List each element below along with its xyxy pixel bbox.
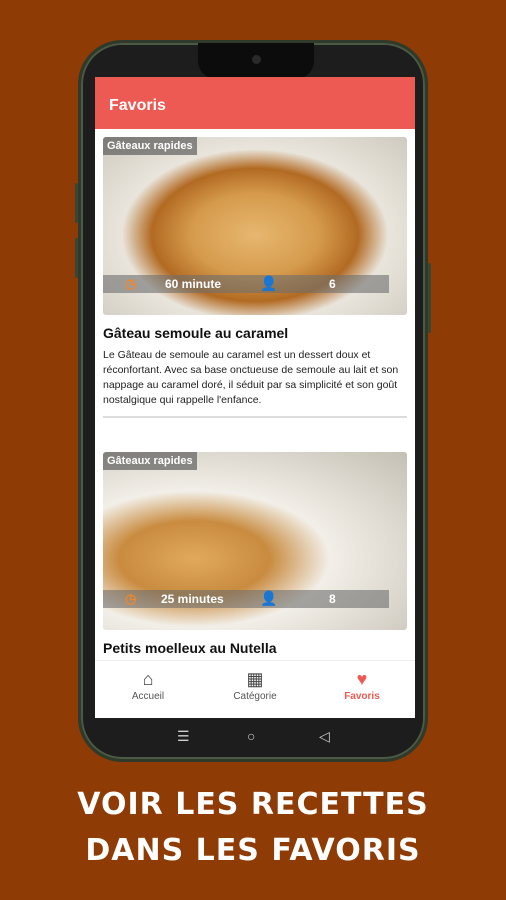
- home-circle-icon[interactable]: ○: [247, 728, 255, 744]
- category-badge: Gâteaux rapides: [103, 137, 197, 155]
- app-bar: Favoris: [95, 77, 415, 129]
- caption-line-1: VOIR LES RECETTES: [77, 787, 429, 822]
- recipe-servings: 6: [329, 277, 336, 291]
- heart-icon: ♥: [356, 669, 368, 689]
- volume-button: [75, 238, 78, 278]
- recipe-image: Gâteaux rapides ◷ 25 minutes 👤 8: [103, 452, 407, 630]
- category-badge: Gâteaux rapides: [103, 452, 197, 470]
- bottom-navigation: ⌂ Accueil ▦ Catégorie ♥ Favoris: [95, 660, 415, 718]
- caption-line-2: DANS LES FAVORIS: [85, 833, 421, 868]
- recipe-card[interactable]: Gâteaux rapides ◷ 60 minute 👤 6 Gâteau s…: [103, 137, 407, 418]
- clock-icon: ◷: [125, 276, 137, 291]
- nav-item-categorie[interactable]: ▦ Catégorie: [202, 669, 308, 702]
- recipe-time: 25 minutes: [161, 592, 224, 606]
- recipe-info-bar: ◷ 25 minutes 👤 8: [103, 590, 389, 608]
- phone-frame: Favoris Gâteaux rapides ◷ 60 minute 👤 6 …: [75, 40, 431, 762]
- recipe-time: 60 minute: [165, 277, 222, 291]
- recipe-image: Gâteaux rapides ◷ 60 minute 👤 6: [103, 137, 407, 315]
- recipe-info-bar: ◷ 60 minute 👤 6: [103, 275, 389, 293]
- nav-label: Accueil: [131, 691, 165, 702]
- camera-icon: [252, 55, 261, 64]
- volume-button: [75, 183, 78, 223]
- promo-caption: VOIR LES RECETTES DANS LES FAVORIS: [0, 782, 506, 874]
- grid-icon: ▦: [246, 669, 264, 689]
- system-navigation-bar: ☰ ○ ◁: [95, 719, 415, 755]
- recipe-title: Gâteau semoule au caramel: [103, 325, 289, 341]
- menu-icon[interactable]: ☰: [177, 728, 190, 745]
- app-screen: Favoris Gâteaux rapides ◷ 60 minute 👤 6 …: [95, 77, 415, 718]
- divider: [103, 416, 407, 418]
- recipe-description: Le Gâteau de semoule au caramel est un d…: [103, 349, 399, 406]
- recipe-card[interactable]: Gâteaux rapides ◷ 25 minutes 👤 8 Petits …: [103, 452, 407, 656]
- home-icon: ⌂: [142, 669, 154, 689]
- person-icon: 👤: [260, 590, 278, 606]
- clock-icon: ◷: [125, 591, 137, 606]
- favorites-list[interactable]: Gâteaux rapides ◷ 60 minute 👤 6 Gâteau s…: [95, 129, 415, 660]
- person-icon: 👤: [260, 275, 278, 291]
- back-icon[interactable]: ◁: [319, 728, 330, 745]
- nav-label: Favoris: [344, 691, 380, 702]
- nav-item-favoris[interactable]: ♥ Favoris: [309, 669, 415, 702]
- nav-item-accueil[interactable]: ⌂ Accueil: [95, 669, 201, 702]
- recipe-servings: 8: [329, 592, 336, 606]
- power-button: [428, 263, 431, 333]
- nav-label: Catégorie: [233, 691, 277, 702]
- page-title: Favoris: [109, 97, 166, 114]
- recipe-title: Petits moelleux au Nutella: [103, 640, 277, 656]
